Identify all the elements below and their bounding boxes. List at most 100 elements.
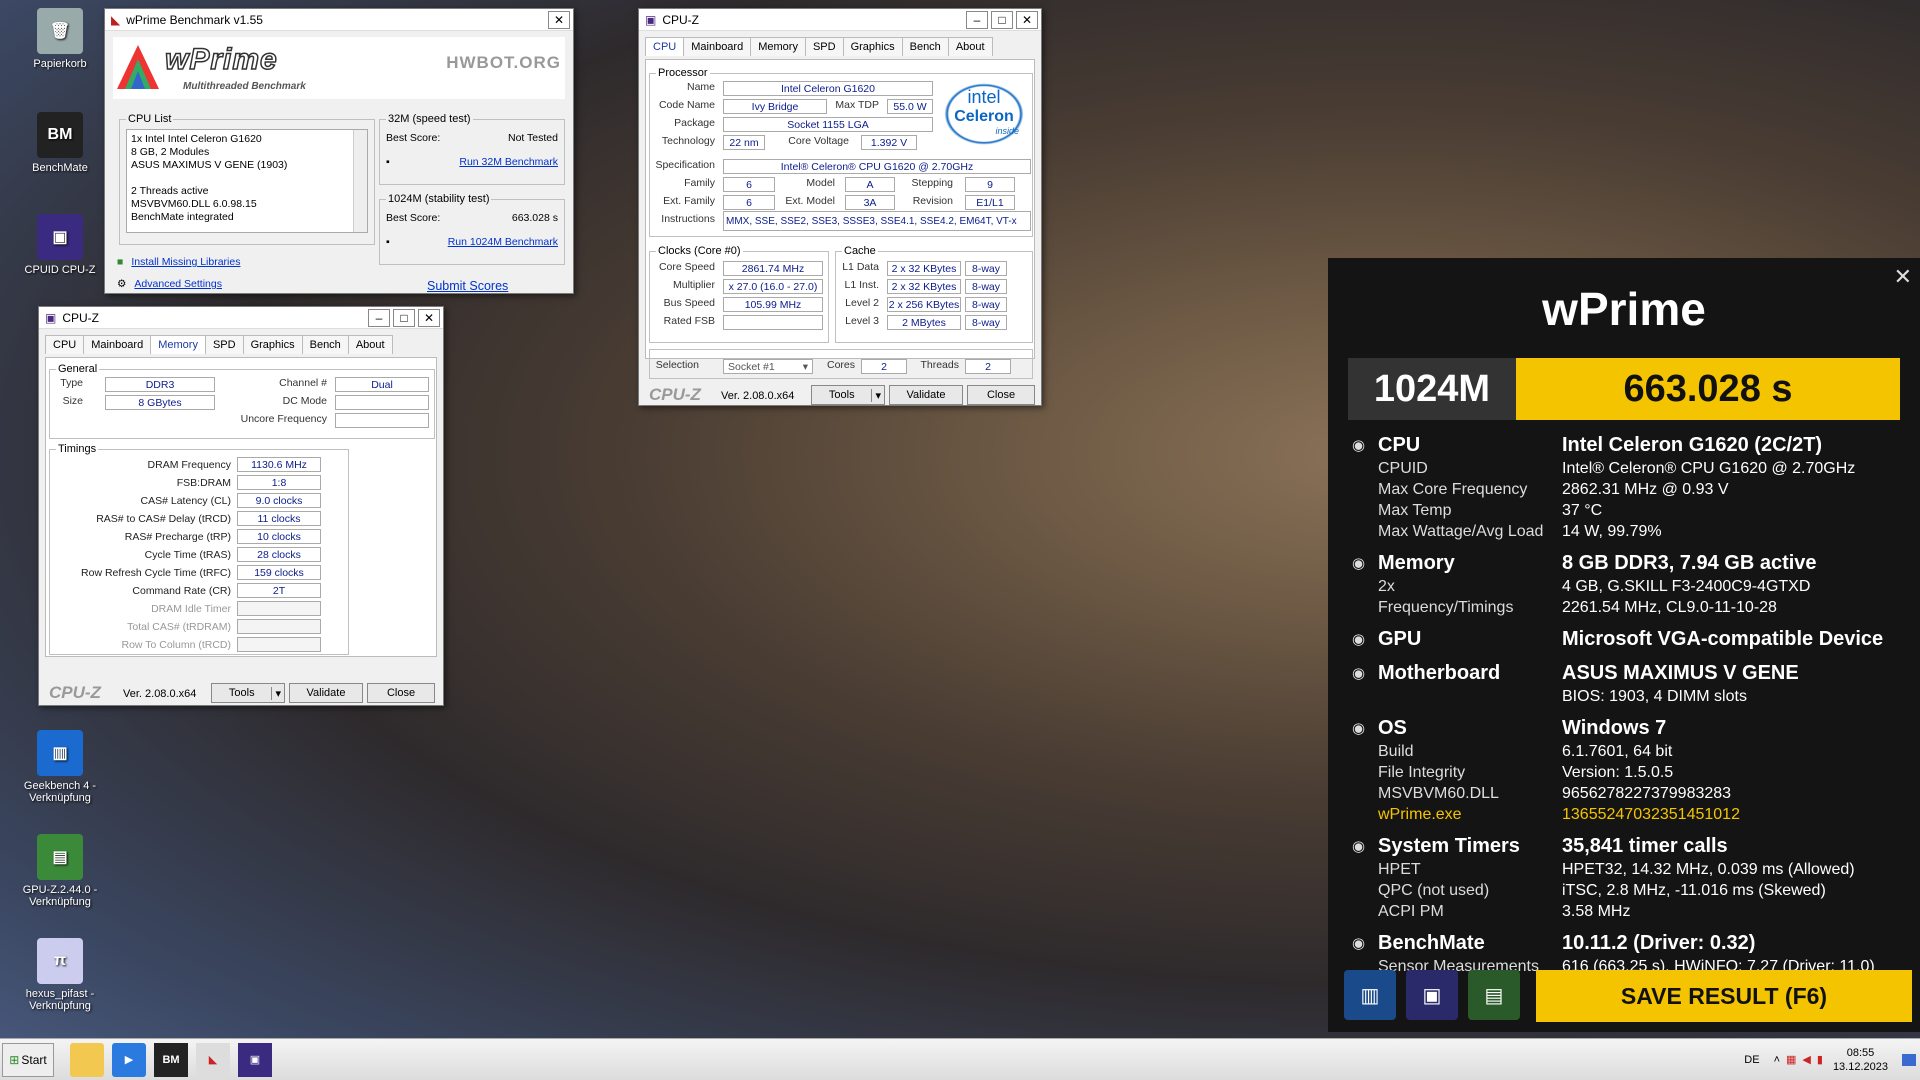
field-label: Model [806, 177, 835, 189]
tab-bench[interactable]: Bench [301, 335, 349, 354]
ext-family-value: 6 [723, 195, 775, 210]
save-result-button[interactable]: SAVE RESULT (F6) [1536, 970, 1912, 1022]
wprime-subtitle: Multithreaded Benchmark [183, 81, 306, 92]
wprime-task-icon[interactable]: ◣ [196, 1042, 230, 1077]
tab-memory[interactable]: Memory [750, 37, 806, 56]
row-value: HPET32, 14.32 MHz, 0.039 ms (Allowed) [1562, 861, 1855, 878]
cpuz-titlebar[interactable]: ▣ CPU-Z – □ ✕ [39, 307, 443, 329]
row-value: 6.1.7601, 64 bit [1562, 743, 1673, 760]
clock-date: 13.12.2023 [1832, 1060, 1888, 1073]
cpuz-titlebar[interactable]: ▣ CPU-Z – □ ✕ [639, 9, 1041, 31]
cpu-list-box[interactable]: 1x Intel Intel Celeron G1620 8 GB, 2 Modu… [126, 129, 368, 233]
close-icon[interactable]: ✕ [418, 308, 440, 327]
tab-bench[interactable]: Bench [901, 37, 949, 56]
row-value: 13655247032351451012 [1562, 806, 1740, 823]
tab-cpu[interactable]: CPU [645, 37, 685, 56]
field-label: Core Speed [658, 261, 715, 273]
row-label: CPUID [1378, 460, 1428, 477]
field-label: Package [674, 117, 715, 129]
close-button[interactable]: Close [367, 683, 435, 703]
desktop-icon[interactable]: ▣ CPUID CPU-Z [18, 214, 102, 276]
tab-spd[interactable]: SPD [804, 37, 844, 56]
volume-icon[interactable]: ◀ [1802, 1053, 1810, 1066]
desktop-icon-label: BenchMate [32, 162, 88, 174]
cpuz-tool-icon[interactable]: ▣ [1406, 970, 1458, 1020]
socket-select[interactable]: Socket #1 ▾ [723, 359, 813, 374]
explorer-task-icon[interactable] [70, 1042, 104, 1077]
close-button[interactable]: Close [967, 385, 1035, 405]
start-button[interactable]: ⊞ Start [2, 1042, 54, 1077]
hwbot-logo[interactable]: HWBOT.ORG [446, 53, 561, 73]
intel-celeron-logo: intel Celeron inside [939, 79, 1029, 149]
close-icon[interactable]: ✕ [548, 10, 570, 29]
run-1024m-link[interactable]: Run 1024M Benchmark [448, 236, 558, 248]
speed-test-group: 32M (speed test) Best Score: Not Tested ▪… [379, 113, 565, 185]
cpuz-tabs: CPU Mainboard Memory SPD Graphics Bench About [639, 31, 1041, 56]
scrollbar[interactable] [353, 130, 367, 232]
best-score-label: Best Score: [386, 212, 441, 224]
cpuz-app-icon: ▣ [645, 12, 657, 27]
tab-cpu[interactable]: CPU [45, 335, 85, 354]
package-value: Socket 1155 LGA [723, 117, 933, 132]
tab-about[interactable]: About [347, 335, 393, 354]
validate-button[interactable]: Validate [889, 385, 963, 405]
desktop-icon[interactable]: ▥ Geekbench 4 - Verknüpfung [18, 730, 102, 804]
windows-icon: ⊞ [9, 1052, 20, 1067]
timing-value [237, 637, 321, 652]
family-value: 6 [723, 177, 775, 192]
taskbar: ⊞ Start ▶ BM ◣ ▣ DE ˄ ▦ ◀ ▮ 08:55 13.12.20… [0, 1038, 1920, 1080]
uncore-frequency-value [335, 413, 429, 428]
timing-label: Cycle Time (tRAS) [144, 549, 231, 561]
section-heading-value: 10.11.2 (Driver: 0.32) [1562, 932, 1756, 954]
clock[interactable]: 08:55 13.12.2023 [1833, 1046, 1888, 1074]
benchmate-task-icon[interactable]: BM [154, 1042, 188, 1077]
field-label: Family [684, 177, 715, 189]
gpuz-tool-icon[interactable]: ▤ [1468, 970, 1520, 1020]
channel-value: Dual [335, 377, 429, 392]
timer-icon: ◉ [1352, 838, 1366, 855]
tab-spd[interactable]: SPD [204, 335, 244, 354]
tab-about[interactable]: About [947, 37, 993, 56]
field-label: Instructions [661, 213, 715, 225]
row-label: 2x [1378, 578, 1395, 595]
tools-button[interactable]: Tools ▾ [211, 683, 285, 703]
desktop-icon[interactable]: BM BenchMate [18, 112, 102, 174]
network-icon[interactable]: ▦ [1786, 1053, 1796, 1066]
tools-button[interactable]: Tools ▾ [811, 385, 885, 405]
wprime-titlebar[interactable]: ◣ wPrime Benchmark v1.55 ✕ [105, 9, 573, 31]
tab-graphics[interactable]: Graphics [242, 335, 303, 354]
cpuz-task-icon[interactable]: ▣ [238, 1042, 272, 1077]
advanced-settings-link[interactable]: Advanced Settings [134, 278, 222, 290]
validate-button[interactable]: Validate [289, 683, 363, 703]
field-label: Level 2 [845, 297, 879, 309]
cache-l1d-value: 2 x 32 KBytes [887, 261, 961, 276]
tab-mainboard[interactable]: Mainboard [83, 335, 152, 354]
show-desktop-icon[interactable] [1902, 1053, 1916, 1066]
power-icon[interactable]: ▮ [1817, 1053, 1823, 1066]
maximize-icon[interactable]: □ [393, 308, 415, 327]
language-indicator[interactable]: DE [1744, 1054, 1759, 1066]
media-player-task-icon[interactable]: ▶ [112, 1042, 146, 1077]
desktop-icon[interactable]: ▤ GPU-Z.2.44.0 - Verknüpfung [18, 834, 102, 908]
tab-mainboard[interactable]: Mainboard [683, 37, 752, 56]
desktop-icon[interactable]: π hexus_pifast - Verknüpfung [18, 938, 102, 1012]
field-label: Name [686, 81, 715, 93]
timing-value: 28 clocks [237, 547, 321, 562]
tab-graphics[interactable]: Graphics [842, 37, 903, 56]
tray-chevron-icon[interactable]: ˄ [1774, 1054, 1780, 1066]
cpu-name-value: Intel Celeron G1620 [723, 81, 933, 96]
cpu-list-line: 1x Intel Intel Celeron G1620 [131, 133, 262, 145]
disk-icon: ▪ [386, 236, 390, 248]
settings-icon: ⚙ [117, 278, 127, 290]
close-icon[interactable]: ✕ [1016, 10, 1038, 29]
maximize-icon[interactable]: □ [991, 10, 1013, 29]
minimize-icon[interactable]: – [966, 10, 988, 29]
geekbench-icon: ▥ [37, 730, 83, 776]
submit-scores-link[interactable]: Submit Scores [427, 279, 508, 293]
minimize-icon[interactable]: – [368, 308, 390, 327]
tab-memory[interactable]: Memory [150, 335, 206, 354]
desktop-icon[interactable]: 🗑 Papierkorb [18, 8, 102, 70]
install-libraries-link[interactable]: Install Missing Libraries [131, 256, 240, 268]
run-32m-link[interactable]: Run 32M Benchmark [459, 156, 558, 168]
benchmate-tool-icon[interactable]: ▥ [1344, 970, 1396, 1020]
